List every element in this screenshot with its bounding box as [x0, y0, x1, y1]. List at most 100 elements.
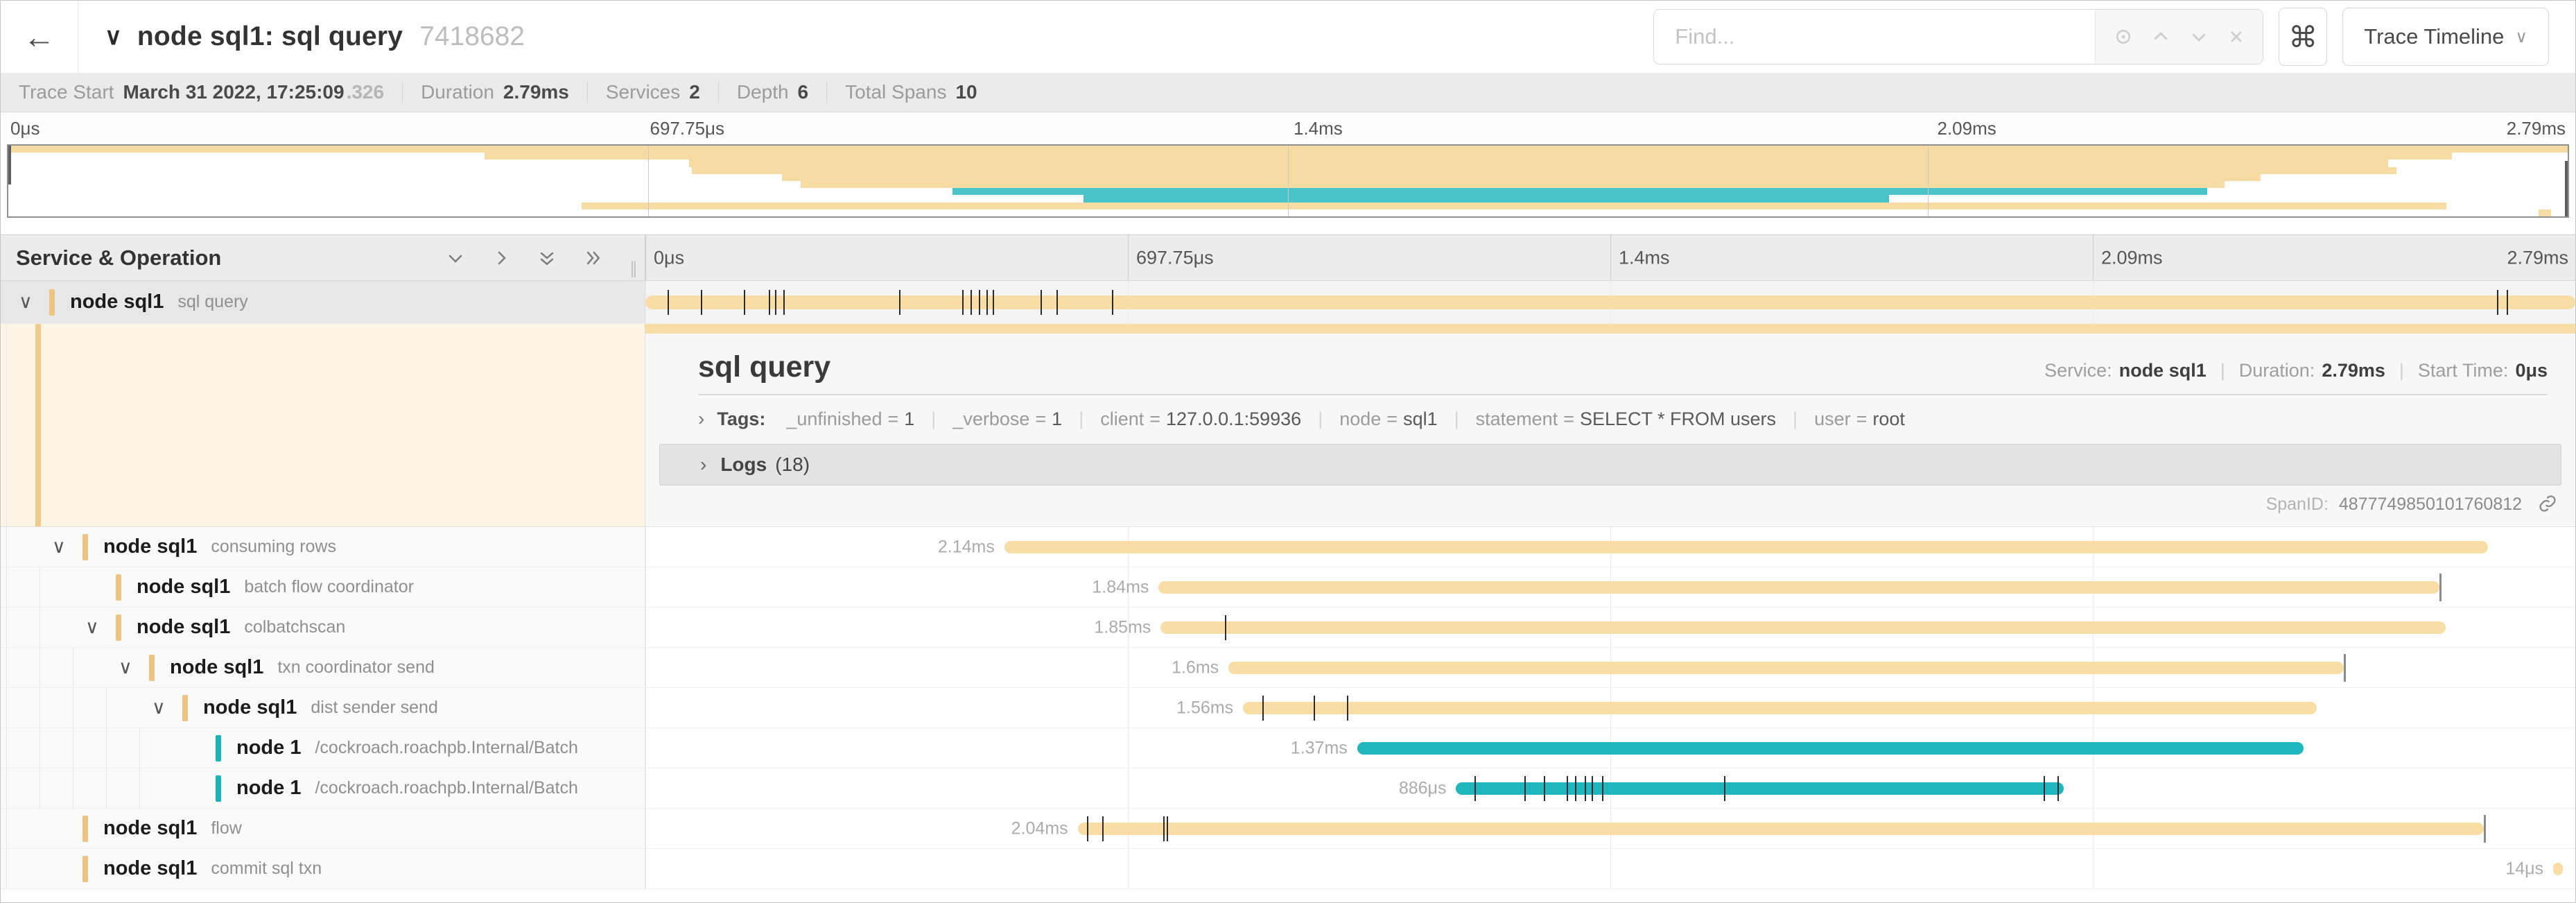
- timeline-column-line: [1128, 688, 1129, 728]
- meta-separator: |: [2220, 360, 2225, 381]
- tree-chevron-icon[interactable]: ∨: [85, 617, 116, 638]
- span-duration-label: 1.56ms: [1176, 698, 1243, 718]
- tag-equals: =: [1035, 409, 1046, 429]
- span-bar[interactable]: [1078, 823, 2484, 835]
- log-marker: [1567, 776, 1568, 801]
- find-controls: [2095, 10, 2263, 64]
- trace-timeline-page: ← ∨ node sql1: sql query 7418682: [0, 0, 2576, 903]
- duration-meta-value: 2.79ms: [2322, 360, 2385, 381]
- start-time-meta-label: Start Time:: [2418, 360, 2509, 381]
- tag-value: 1: [904, 409, 914, 429]
- span-bar[interactable]: [2553, 863, 2563, 875]
- span-bar[interactable]: [1158, 581, 2439, 594]
- span-duration-label: 14μs: [2505, 859, 2553, 879]
- span-detail-panel: sql query Service: node sql1 | Duration:…: [1, 324, 2575, 527]
- ruler-line: [2093, 235, 2094, 280]
- service-operation-title: Service & Operation: [16, 246, 221, 270]
- span-tree-item[interactable]: ∨node sql1sql query: [1, 281, 645, 324]
- trace-summary-bar: Trace Start March 31 2022, 17:25:09 .326…: [1, 73, 2575, 112]
- back-button[interactable]: ←: [1, 1, 78, 73]
- span-tree-item[interactable]: ∨node sql1consuming rows: [1, 527, 645, 567]
- log-marker: [1592, 776, 1593, 801]
- log-marker: [2507, 290, 2508, 315]
- service-operation-header: Service & Operation ∥: [1, 235, 645, 281]
- find-clear-icon[interactable]: [2227, 27, 2246, 46]
- service-color-bar: [49, 289, 55, 316]
- keyboard-shortcuts-button[interactable]: ⌘: [2279, 8, 2327, 66]
- timeline-column-line: [645, 648, 646, 687]
- expand-all-icon[interactable]: [582, 248, 603, 268]
- service-name: node sql1: [70, 291, 164, 313]
- minimap-span-bar: [689, 160, 2388, 166]
- minimap-left-handle[interactable]: [8, 146, 11, 184]
- tag-equals: =: [1149, 409, 1160, 429]
- span-tree-item[interactable]: ∨node sql1txn coordinator send: [1, 648, 645, 688]
- span-detail-duration-bar: [645, 324, 2575, 334]
- span-detail-title: sql query: [698, 350, 830, 384]
- operation-name: txn coordinator send: [277, 657, 435, 678]
- span-bar[interactable]: [1228, 662, 2344, 674]
- minimap-right-handle[interactable]: [2565, 161, 2568, 216]
- view-selector-button[interactable]: Trace Timeline ∨: [2342, 8, 2549, 66]
- collapse-all-icon[interactable]: [537, 248, 557, 268]
- tree-chevron-icon[interactable]: ∨: [119, 657, 149, 678]
- log-marker: [1724, 776, 1725, 801]
- tree-chevron-icon[interactable]: ∨: [52, 536, 82, 558]
- minimap-canvas[interactable]: [7, 144, 2569, 218]
- expand-one-icon[interactable]: [491, 248, 512, 268]
- span-timeline-cell: 886μs: [645, 768, 2575, 809]
- column-header: Service & Operation ∥ 0μs 697.75μs 1.4ms…: [1, 235, 2575, 281]
- indent-guide: [6, 648, 7, 687]
- find-prev-icon[interactable]: [2150, 26, 2171, 47]
- log-marker: [979, 290, 980, 315]
- service-meta-value: node sql1: [2119, 360, 2207, 381]
- chevron-right-icon: ›: [700, 454, 706, 476]
- span-tree-item[interactable]: ∨node sql1dist sender send: [1, 688, 645, 728]
- trace-collapse-chevron-icon[interactable]: ∨: [105, 23, 122, 51]
- span-color-guide: [35, 324, 41, 526]
- span-bar[interactable]: [1456, 782, 2063, 795]
- span-bar[interactable]: [1243, 702, 2317, 714]
- indent-guide: [6, 608, 7, 647]
- span-timeline-cell: 2.14ms: [645, 527, 2575, 567]
- log-marker: [1602, 776, 1603, 801]
- deep-link-icon[interactable]: [2538, 494, 2557, 513]
- services-value: 2: [689, 81, 700, 103]
- indent-guide: [6, 688, 7, 728]
- span-row: node 1/cockroach.roachpb.Internal/Batch8…: [1, 768, 2575, 809]
- log-marker: [744, 290, 745, 315]
- span-tree-item[interactable]: node sql1batch flow coordinator: [1, 567, 645, 608]
- span-tree-item[interactable]: ∨node sql1colbatchscan: [1, 608, 645, 648]
- logs-accordion[interactable]: › Logs (18): [659, 444, 2561, 485]
- span-bar[interactable]: [1004, 541, 2488, 553]
- tree-chevron-icon[interactable]: ∨: [19, 291, 49, 313]
- find-next-icon[interactable]: [2188, 26, 2209, 47]
- span-bar[interactable]: [1357, 742, 2304, 755]
- span-bar[interactable]: [645, 295, 2575, 309]
- divider: [698, 394, 2548, 395]
- span-detail-body: sql query Service: node sql1 | Duration:…: [645, 324, 2575, 526]
- column-resizer-grip[interactable]: ∥: [629, 259, 639, 279]
- find-input[interactable]: [1654, 10, 2095, 64]
- services-label: Services: [606, 81, 680, 103]
- span-tree-item[interactable]: node 1/cockroach.roachpb.Internal/Batch: [1, 728, 645, 768]
- collapse-one-icon[interactable]: [445, 248, 466, 268]
- minimap-gridline: [648, 146, 649, 216]
- log-marker: [1163, 816, 1165, 841]
- total-spans-value: 10: [955, 81, 977, 103]
- tag-value: 1: [1052, 409, 1062, 429]
- span-tree-item[interactable]: node sql1flow: [1, 809, 645, 849]
- tags-accordion[interactable]: › Tags: _unfinished=1|_verbose=1|client=…: [645, 408, 2575, 430]
- log-marker: [1474, 776, 1476, 801]
- locate-icon[interactable]: [2113, 26, 2134, 47]
- tree-chevron-icon[interactable]: ∨: [152, 697, 182, 719]
- timeline-column-line: [1128, 648, 1129, 687]
- span-tree-item[interactable]: node 1/cockroach.roachpb.Internal/Batch: [1, 768, 645, 809]
- span-tree-item[interactable]: node sql1commit sql txn: [1, 849, 645, 889]
- duration-value: 2.79ms: [503, 81, 569, 103]
- minimap-span-bar: [782, 174, 2261, 181]
- span-duration-label: 1.37ms: [1291, 738, 1357, 758]
- back-arrow-icon: ←: [24, 18, 55, 55]
- tag-separator: |: [1793, 409, 1798, 429]
- span-bar[interactable]: [1160, 621, 2446, 634]
